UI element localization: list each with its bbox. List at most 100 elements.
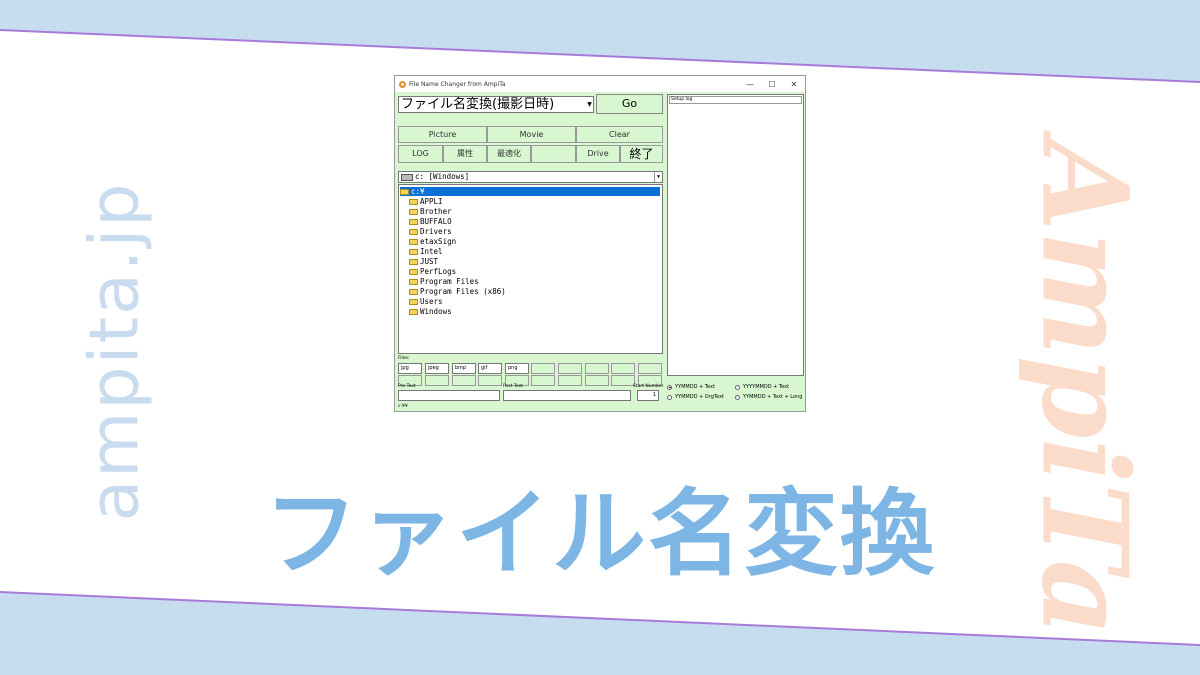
extension-field[interactable]: [611, 375, 635, 386]
tree-item-label: PerfLogs: [420, 267, 457, 276]
folder-icon: [409, 279, 418, 285]
maximize-button[interactable]: ☐: [761, 80, 783, 89]
radio-icon: [735, 384, 740, 390]
extension-field[interactable]: [478, 375, 502, 386]
pre-text-input[interactable]: [398, 390, 500, 401]
radio-yymmdd-text-long[interactable]: YYMMDD + Text + Long: [735, 394, 802, 400]
files-label: Files:: [398, 356, 410, 361]
app-window: File Name Changer from AmpiTa — ☐ ✕ ファイル…: [394, 75, 806, 412]
extension-field[interactable]: [638, 363, 662, 374]
chevron-down-icon[interactable]: ▼: [654, 172, 662, 182]
tree-item-label: JUST: [420, 257, 439, 266]
go-button[interactable]: Go: [596, 94, 663, 114]
tree-item[interactable]: JUST: [409, 257, 438, 267]
drive-icon: [401, 173, 413, 181]
attribute-button[interactable]: 属性: [443, 145, 487, 163]
minimize-button[interactable]: —: [739, 80, 761, 89]
radio-label: YYMMDD + OrgText: [675, 394, 724, 400]
movie-button[interactable]: Movie: [487, 126, 576, 143]
tree-root[interactable]: c:¥: [400, 187, 660, 196]
extension-field[interactable]: [452, 375, 476, 386]
extension-field[interactable]: jpeg: [425, 363, 449, 374]
tree-item[interactable]: Windows: [409, 307, 452, 317]
start-number-input[interactable]: 1: [637, 390, 659, 401]
tree-item[interactable]: Brother: [409, 207, 452, 217]
tree-root-label: c:¥: [411, 187, 425, 196]
close-button[interactable]: ✕: [783, 80, 805, 89]
post-text-input[interactable]: [503, 390, 631, 401]
folder-icon: [409, 249, 418, 255]
tree-item-label: Program Files (x86): [420, 287, 506, 296]
folder-icon: [409, 259, 418, 265]
mode-select[interactable]: ファイル名変換(撮影日時) ▼: [398, 96, 594, 113]
radio-icon: [735, 394, 740, 400]
folder-icon: [409, 269, 418, 275]
app-icon: [399, 80, 406, 88]
extension-field[interactable]: [531, 375, 555, 386]
start-number-label: Start Number: [633, 384, 664, 389]
clear-button[interactable]: Clear: [576, 126, 663, 143]
extension-field[interactable]: jpg: [398, 363, 422, 374]
extension-field[interactable]: gif: [478, 363, 502, 374]
extension-field[interactable]: [585, 375, 609, 386]
radio-yymmdd-text[interactable]: YYMMDD + Text: [667, 384, 715, 390]
extension-field[interactable]: [558, 375, 582, 386]
open-folder-icon: [400, 188, 409, 195]
extension-field[interactable]: png: [505, 363, 529, 374]
tree-item[interactable]: PerfLogs: [409, 267, 456, 277]
folder-icon: [409, 229, 418, 235]
top-band: [0, 0, 1200, 82]
tree-item-label: Users: [420, 297, 443, 306]
radio-yyyymmdd-text[interactable]: YYYYMMDD + Text: [735, 384, 789, 390]
extension-field[interactable]: [558, 363, 582, 374]
extension-field[interactable]: [531, 363, 555, 374]
drive-button[interactable]: Drive: [576, 145, 620, 163]
tree-item-label: Windows: [420, 307, 452, 316]
tree-item[interactable]: BUFFALO: [409, 217, 452, 227]
log-header: Setup log: [669, 96, 802, 104]
folder-tree[interactable]: c:¥ APPLI Brother BUFFALO Drivers etaxSi…: [398, 184, 663, 354]
picture-button[interactable]: Picture: [398, 126, 487, 143]
radio-yymmdd-orgtext[interactable]: YYMMDD + OrgText: [667, 394, 724, 400]
drive-select[interactable]: c: [Windows] ▼: [398, 171, 663, 183]
tree-item[interactable]: Users: [409, 297, 443, 307]
blank-button[interactable]: [531, 145, 576, 163]
site-watermark: ampita.jp: [75, 181, 155, 522]
folder-icon: [409, 299, 418, 305]
folder-icon: [409, 209, 418, 215]
banner-title: ファイル名変換: [263, 480, 936, 589]
tree-item[interactable]: Program Files (x86): [409, 287, 506, 297]
extension-field[interactable]: [611, 363, 635, 374]
tree-item-label: etaxSign: [420, 237, 457, 246]
tree-item[interactable]: etaxSign: [409, 237, 456, 247]
chevron-down-icon[interactable]: ▼: [586, 97, 593, 112]
extension-field[interactable]: [585, 363, 609, 374]
tree-item-label: Drivers: [420, 227, 452, 236]
tree-item[interactable]: APPLI: [409, 197, 443, 207]
extension-field[interactable]: [425, 375, 449, 386]
folder-icon: [409, 199, 418, 205]
status-path: c:¥¥: [398, 404, 408, 409]
title-bar: File Name Changer from AmpiTa — ☐ ✕: [395, 76, 805, 92]
tree-item[interactable]: Intel: [409, 247, 443, 257]
log-button[interactable]: LOG: [398, 145, 443, 163]
pre-text-label: Pre Text: [398, 384, 416, 389]
tree-item[interactable]: Program Files: [409, 277, 479, 287]
tree-item-label: Brother: [420, 207, 452, 216]
mode-select-value: ファイル名変換(撮影日時): [401, 97, 555, 112]
tree-item-label: BUFFALO: [420, 217, 452, 226]
tree-item[interactable]: Drivers: [409, 227, 452, 237]
post-text-label: Post Text: [503, 384, 523, 389]
tree-item-label: Intel: [420, 247, 443, 256]
drive-select-value: c: [Windows]: [415, 172, 470, 181]
folder-icon: [409, 309, 418, 315]
radio-label: YYMMDD + Text + Long: [743, 394, 803, 400]
optimize-button[interactable]: 最適化: [487, 145, 531, 163]
log-pane[interactable]: Setup log: [667, 94, 804, 376]
folder-icon: [409, 239, 418, 245]
radio-label: YYYYMMDD + Text: [743, 384, 790, 390]
exit-button[interactable]: 終了: [620, 145, 663, 163]
folder-icon: [409, 289, 418, 295]
extension-field[interactable]: bmp: [452, 363, 476, 374]
radio-icon: [667, 394, 672, 400]
